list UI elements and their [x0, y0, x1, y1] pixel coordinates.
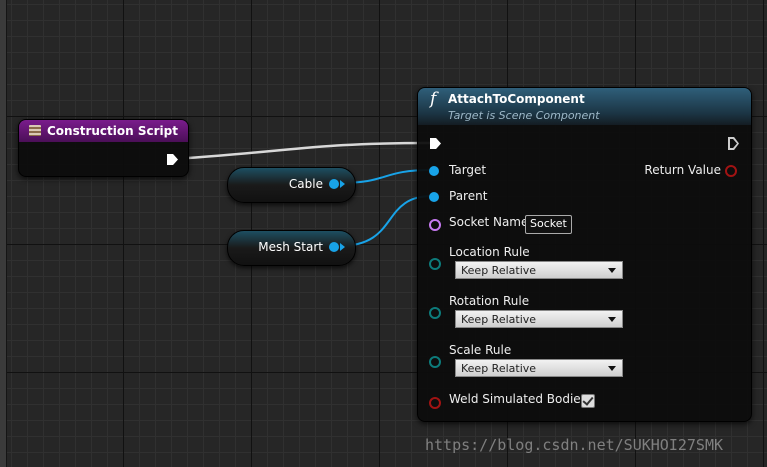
weld-simulated-bodies-pin[interactable]	[429, 397, 441, 409]
socket-name-input[interactable]: Socket	[525, 215, 572, 234]
dropdown-value: Keep Relative	[461, 313, 537, 326]
exec-out-pin[interactable]	[728, 137, 739, 150]
variable-label: Mesh Start	[258, 240, 323, 254]
cable-variable-node[interactable]: Cable	[227, 167, 356, 203]
exec-wire[interactable]	[187, 141, 431, 160]
chevron-down-icon	[608, 268, 616, 273]
scale-rule-label: Scale Rule	[449, 343, 512, 357]
dropdown-value: Keep Relative	[461, 362, 537, 375]
mesh-start-output-pin[interactable]	[329, 242, 339, 252]
parent-pin[interactable]	[429, 192, 439, 202]
exec-out-pin[interactable]	[167, 154, 178, 165]
chevron-down-icon	[608, 317, 616, 322]
node-subtitle: Target is Scene Component	[448, 109, 600, 122]
watermark: https://blog.csdn.net/SUKHOI27SMK	[425, 436, 724, 454]
chevron-down-icon	[608, 366, 616, 371]
construction-script-icon	[29, 125, 41, 136]
socket-name-pin[interactable]	[429, 219, 441, 231]
mesh-start-variable-node[interactable]: Mesh Start	[227, 230, 356, 266]
dropdown-value: Keep Relative	[461, 264, 537, 277]
rotation-rule-pin[interactable]	[429, 307, 441, 319]
parent-label: Parent	[449, 189, 488, 203]
node-title: Construction Script	[47, 124, 178, 138]
location-rule-pin[interactable]	[429, 258, 441, 270]
socket-name-label: Socket Name	[449, 215, 529, 229]
target-pin[interactable]	[429, 166, 439, 176]
weld-simulated-bodies-label: Weld Simulated Bodies	[449, 392, 587, 406]
pin-arrow-icon	[340, 180, 345, 188]
scale-rule-dropdown[interactable]: Keep Relative	[455, 359, 623, 377]
node-header: f AttachToComponent Target is Scene Comp…	[418, 88, 751, 125]
return-value-label: Return Value	[644, 163, 721, 177]
rotation-rule-dropdown[interactable]: Keep Relative	[455, 310, 623, 328]
node-title: AttachToComponent	[448, 92, 585, 106]
function-icon: f	[430, 89, 437, 109]
cable-output-pin[interactable]	[329, 179, 339, 189]
attach-to-component-node[interactable]: f AttachToComponent Target is Scene Comp…	[417, 87, 752, 422]
exec-in-pin[interactable]	[430, 138, 441, 149]
location-rule-label: Location Rule	[449, 245, 530, 259]
location-rule-dropdown[interactable]: Keep Relative	[455, 261, 623, 279]
pin-arrow-icon	[340, 243, 345, 251]
construction-script-node[interactable]: Construction Script	[18, 119, 189, 177]
rotation-rule-label: Rotation Rule	[449, 294, 530, 308]
weld-simulated-bodies-checkbox[interactable]	[581, 394, 595, 408]
scale-rule-pin[interactable]	[429, 356, 441, 368]
return-value-pin[interactable]	[725, 165, 737, 177]
variable-label: Cable	[288, 177, 323, 191]
target-label: Target	[449, 163, 487, 177]
node-header: Construction Script	[19, 120, 188, 142]
